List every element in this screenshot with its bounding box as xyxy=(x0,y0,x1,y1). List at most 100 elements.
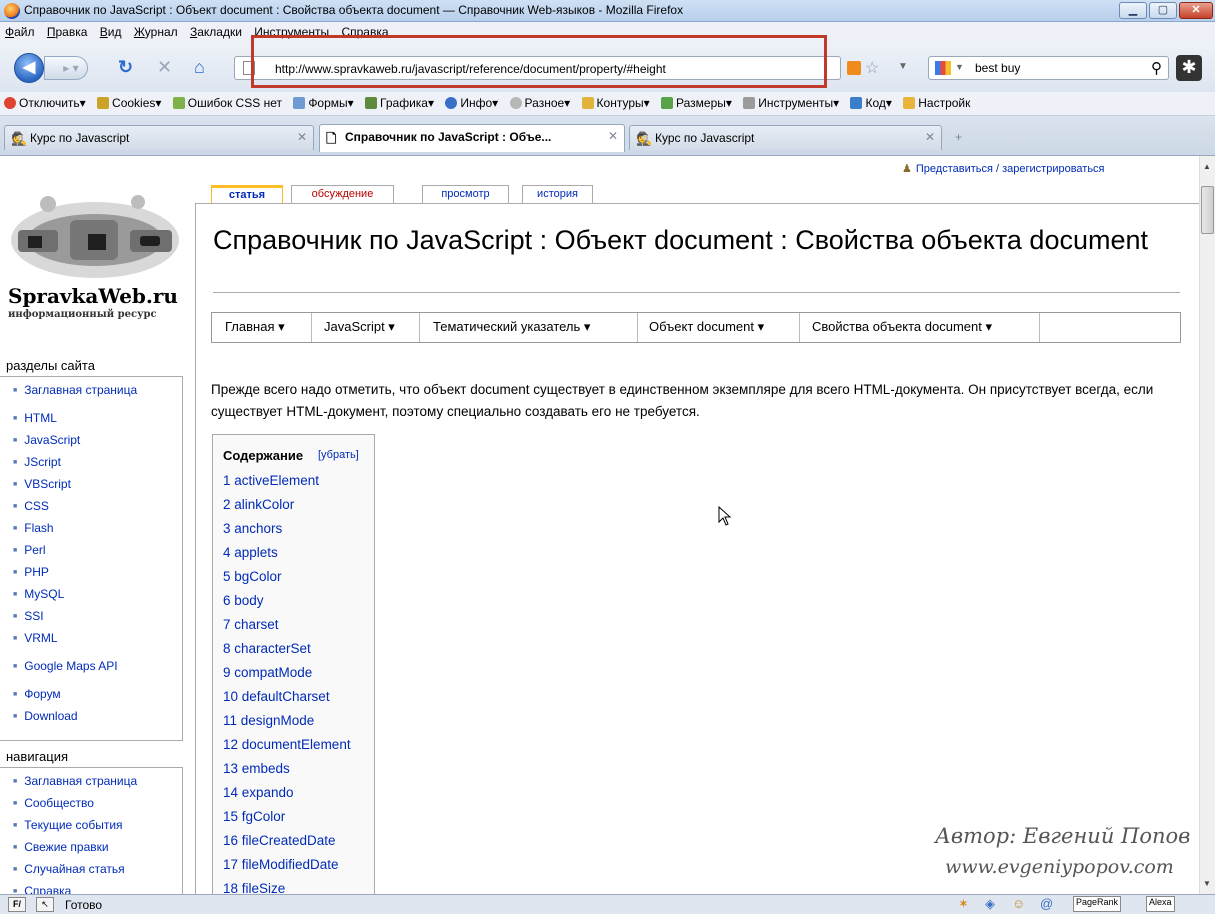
sidebar-item-vrml[interactable]: VRML xyxy=(13,631,182,653)
sidebar-item-ssi[interactable]: SSI xyxy=(13,609,182,631)
devbar-css[interactable]: Ошибок CSS нет xyxy=(169,92,286,110)
search-bar[interactable]: ▼ best buy ⚲ xyxy=(928,56,1169,80)
menu-file[interactable]: Файл xyxy=(0,22,39,39)
close-tab-icon[interactable]: ✕ xyxy=(297,130,307,144)
breadcrumb-properties[interactable]: Свойства объекта document ▾ xyxy=(812,319,992,335)
extension-icon[interactable]: ✱ xyxy=(1176,55,1202,81)
tab-history[interactable]: история xyxy=(522,185,593,204)
pagerank-badge[interactable]: PageRank xyxy=(1073,896,1122,912)
bookmark-star-icon[interactable]: ☆ xyxy=(865,58,879,78)
toc-item[interactable]: 18 fileSize xyxy=(223,881,351,894)
monkey-icon[interactable]: ☺ xyxy=(1012,896,1025,911)
vertical-scrollbar[interactable]: ▲ ▼ xyxy=(1199,156,1215,894)
toc-item[interactable]: 14 expando xyxy=(223,785,351,809)
menu-edit[interactable]: Правка xyxy=(42,22,92,39)
nav-item-recent-changes[interactable]: Свежие правки xyxy=(13,840,182,862)
breadcrumb-index[interactable]: Тематический указатель ▾ xyxy=(433,319,590,335)
firebug-icon[interactable]: F/ xyxy=(8,897,26,912)
breadcrumb-document[interactable]: Объект document ▾ xyxy=(649,319,764,335)
close-tab-icon[interactable]: ✕ xyxy=(608,129,618,143)
sidebar-item-flash[interactable]: Flash xyxy=(13,521,182,543)
menu-history[interactable]: Журнал xyxy=(129,22,182,39)
devbar-cookies[interactable]: Cookies▾ xyxy=(93,92,165,110)
devbar-source[interactable]: Код▾ xyxy=(846,92,895,110)
devbar-options[interactable]: Настройк xyxy=(899,92,974,110)
sidebar-item-jscript[interactable]: JScript xyxy=(13,455,182,477)
close-window-button[interactable]: ✕ xyxy=(1179,2,1213,19)
cursor-tool-icon[interactable]: ↖ xyxy=(36,897,54,912)
at-icon[interactable]: @ xyxy=(1040,896,1053,911)
sidebar-item-css[interactable]: CSS xyxy=(13,499,182,521)
search-icon[interactable]: ⚲ xyxy=(1151,59,1162,77)
close-tab-icon[interactable]: ✕ xyxy=(925,130,935,144)
sidebar-item-html[interactable]: HTML xyxy=(13,411,182,433)
minimize-button[interactable]: ▁ xyxy=(1119,2,1147,19)
devbar-resize[interactable]: Размеры▾ xyxy=(657,92,736,110)
scroll-down-icon[interactable]: ▼ xyxy=(1203,879,1211,888)
toc-item[interactable]: 17 fileModifiedDate xyxy=(223,857,351,881)
menu-view[interactable]: Вид xyxy=(95,22,126,39)
alexa-badge[interactable]: Alexa xyxy=(1146,896,1175,912)
devbar-outline[interactable]: Контуры▾ xyxy=(578,92,654,110)
sidebar-item-php[interactable]: PHP xyxy=(13,565,182,587)
stop-icon[interactable]: ✕ xyxy=(157,58,172,76)
tab-discussion[interactable]: обсуждение xyxy=(291,185,394,204)
google-icon[interactable] xyxy=(935,61,951,75)
scrollbar-thumb[interactable] xyxy=(1201,186,1214,234)
reload-icon[interactable]: ↻ xyxy=(118,58,133,76)
toc-item[interactable]: 5 bgColor xyxy=(223,569,351,593)
breadcrumb-javascript[interactable]: JavaScript ▾ xyxy=(324,319,395,335)
sidebar-item-vbscript[interactable]: VBScript xyxy=(13,477,182,499)
sidebar-item-mysql[interactable]: MySQL xyxy=(13,587,182,609)
toc-item[interactable]: 16 fileCreatedDate xyxy=(223,833,351,857)
home-icon[interactable]: ⌂ xyxy=(194,58,205,76)
nav-item-help[interactable]: Справка xyxy=(13,884,182,894)
nav-item-community[interactable]: Сообщество xyxy=(13,796,182,818)
devbar-info[interactable]: Инфо▾ xyxy=(441,92,502,110)
scroll-up-icon[interactable]: ▲ xyxy=(1203,162,1211,171)
addon-icon[interactable]: ✶ xyxy=(958,896,969,912)
sidebar-item-forum[interactable]: Форум xyxy=(13,687,182,709)
tab-article[interactable]: статья xyxy=(211,185,283,204)
tab-course-2[interactable]: 🕵 Курс по Javascript ✕ xyxy=(629,125,942,150)
tab-reference[interactable]: 🗋 Справочник по JavaScript : Объе... ✕ xyxy=(319,124,625,152)
toc-item[interactable]: 13 embeds xyxy=(223,761,351,785)
devbar-images[interactable]: Графика▾ xyxy=(361,92,438,110)
back-button[interactable]: ◀ xyxy=(14,53,44,83)
toc-hide-link[interactable]: [убрать] xyxy=(318,449,359,461)
url-dropdown-icon[interactable]: ▼ xyxy=(898,61,908,72)
toc-item[interactable]: 4 applets xyxy=(223,545,351,569)
toc-item[interactable]: 8 characterSet xyxy=(223,641,351,665)
nav-item-current-events[interactable]: Текущие события xyxy=(13,818,182,840)
toc-item[interactable]: 2 alinkColor xyxy=(223,497,351,521)
maximize-button[interactable]: ▢ xyxy=(1149,2,1177,19)
sidebar-item-main[interactable]: Заглавная страница xyxy=(13,383,182,405)
menu-bookmarks[interactable]: Закладки xyxy=(185,22,246,39)
toc-item[interactable]: 12 documentElement xyxy=(223,737,351,761)
site-logo-graphic[interactable] xyxy=(8,190,182,284)
tab-view-source[interactable]: просмотр xyxy=(422,185,509,204)
toc-item[interactable]: 1 activeElement xyxy=(223,473,351,497)
new-tab-button[interactable]: + xyxy=(955,130,962,144)
devbar-misc[interactable]: Разное▾ xyxy=(506,92,575,110)
addon-icon[interactable]: ◈ xyxy=(985,896,995,912)
rss-icon[interactable] xyxy=(847,61,861,75)
nav-item-main[interactable]: Заглавная страница xyxy=(13,774,182,796)
toc-item[interactable]: 7 charset xyxy=(223,617,351,641)
toc-item[interactable]: 3 anchors xyxy=(223,521,351,545)
breadcrumb-home[interactable]: Главная ▾ xyxy=(225,319,285,335)
toc-item[interactable]: 11 designMode xyxy=(223,713,351,737)
forward-button[interactable]: ▸ ▾ xyxy=(44,56,88,80)
search-engine-dropdown-icon[interactable]: ▼ xyxy=(955,62,964,72)
toc-item[interactable]: 15 fgColor xyxy=(223,809,351,833)
sidebar-item-google-maps[interactable]: Google Maps API xyxy=(13,659,182,681)
toc-item[interactable]: 10 defaultCharset xyxy=(223,689,351,713)
toc-item[interactable]: 6 body xyxy=(223,593,351,617)
sidebar-item-download[interactable]: Download xyxy=(13,709,182,731)
devbar-disable[interactable]: Отключить▾ xyxy=(0,92,90,110)
login-link[interactable]: ♟ Представиться / зарегистрироваться xyxy=(902,162,1105,175)
toc-item[interactable]: 9 compatMode xyxy=(223,665,351,689)
sidebar-item-perl[interactable]: Perl xyxy=(13,543,182,565)
logo-name[interactable]: SpravkaWeb.ru xyxy=(8,284,178,308)
nav-item-random[interactable]: Случайная статья xyxy=(13,862,182,884)
